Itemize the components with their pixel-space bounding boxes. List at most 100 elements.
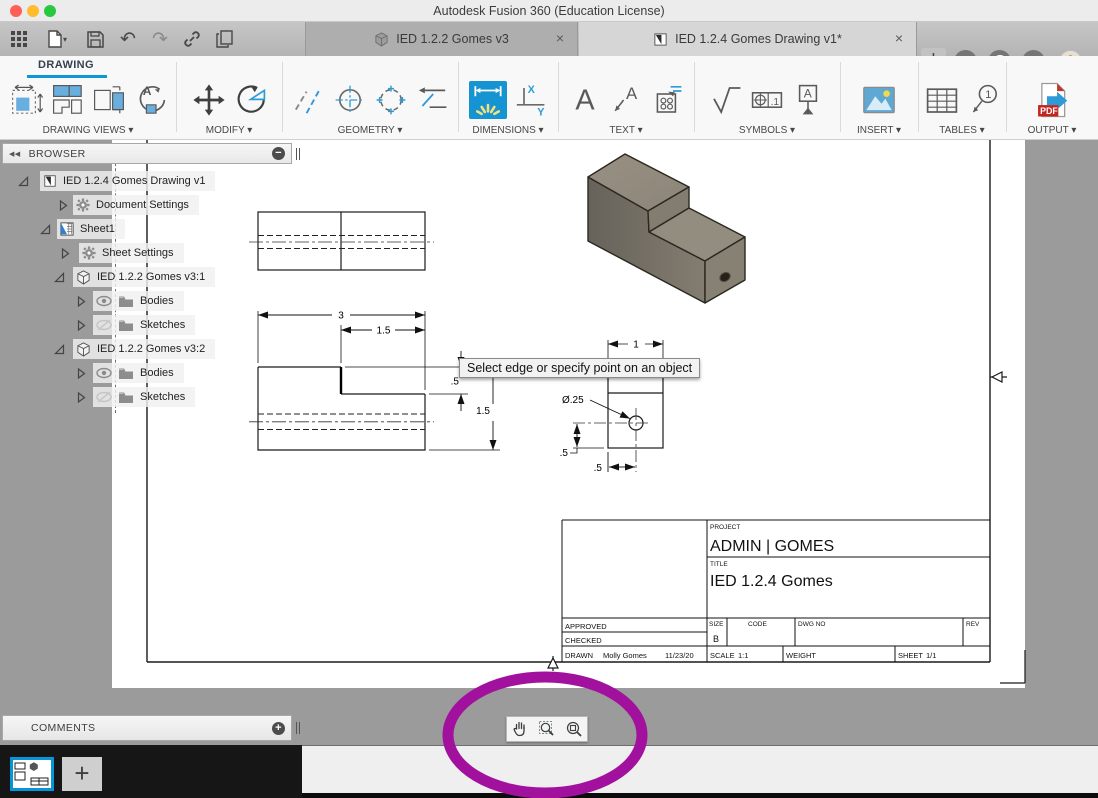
chevron-down-icon[interactable]: ▾ bbox=[539, 125, 544, 136]
base-view-icon[interactable] bbox=[9, 82, 45, 118]
chevron-down-icon[interactable]: ▾ bbox=[790, 125, 795, 136]
collapsed-icon[interactable] bbox=[58, 199, 69, 211]
chevron-down-icon[interactable]: ▾ bbox=[247, 125, 252, 136]
group-label[interactable]: TEXT bbox=[609, 125, 634, 136]
paper[interactable] bbox=[112, 140, 1025, 688]
eye-hidden-icon[interactable] bbox=[96, 391, 112, 403]
redo-icon[interactable]: ↷ bbox=[147, 26, 173, 52]
chevron-down-icon[interactable]: ▾ bbox=[638, 125, 643, 136]
tab-close-icon[interactable]: × bbox=[552, 30, 568, 46]
title-value[interactable]: IED 1.2.4 Gomes bbox=[710, 573, 833, 590]
app-grid-icon[interactable] bbox=[6, 26, 32, 52]
collapsed-icon[interactable] bbox=[76, 295, 87, 307]
size-value[interactable]: B bbox=[713, 634, 719, 644]
tree-row-sheet-settings[interactable]: Sheet Settings bbox=[60, 242, 184, 264]
group-label[interactable]: DIMENSIONS bbox=[472, 125, 535, 136]
output-pdf-icon[interactable]: PDF bbox=[1033, 81, 1071, 119]
group-label[interactable]: TABLES bbox=[939, 125, 977, 136]
datum-identifier-icon[interactable]: A bbox=[790, 82, 826, 118]
group-label[interactable]: GEOMETRY bbox=[338, 125, 395, 136]
expanded-icon[interactable] bbox=[54, 343, 65, 355]
sheet-value[interactable]: 1/1 bbox=[926, 651, 936, 660]
chevron-down-icon[interactable]: ▾ bbox=[896, 125, 901, 136]
projected-view-icon[interactable] bbox=[50, 82, 86, 118]
tree-label[interactable]: IED 1.2.2 Gomes v3:2 bbox=[97, 343, 205, 355]
save-icon[interactable] bbox=[82, 26, 108, 52]
drawing-canvas[interactable]: 3 1.5 .5 1.5 1 Ø.25 .5 .5 PROJECT ADMIN … bbox=[0, 140, 1098, 745]
eye-visible-icon[interactable] bbox=[96, 367, 112, 379]
tree-label[interactable]: Sketches bbox=[140, 391, 185, 403]
chevron-down-icon[interactable]: ▾ bbox=[397, 125, 402, 136]
tab-close-icon[interactable]: × bbox=[891, 30, 907, 46]
project-value[interactable]: ADMIN | GOMES bbox=[710, 538, 834, 555]
dim-step-depth[interactable]: .5 bbox=[451, 377, 460, 388]
dim-overall-height[interactable]: 1.5 bbox=[476, 406, 490, 417]
tree-label[interactable]: IED 1.2.4 Gomes Drawing v1 bbox=[63, 175, 205, 187]
leader-text-icon[interactable]: A bbox=[608, 82, 644, 118]
group-label[interactable]: SYMBOLS bbox=[739, 125, 787, 136]
sheet-thumbnail[interactable] bbox=[10, 757, 54, 791]
surface-finish-icon[interactable] bbox=[708, 82, 744, 118]
detail-view-icon[interactable]: A bbox=[132, 82, 168, 118]
dim-hole-h[interactable]: .5 bbox=[594, 463, 603, 474]
text-icon[interactable]: A bbox=[567, 82, 603, 118]
add-sheet-button[interactable]: + bbox=[62, 757, 102, 791]
eye-visible-icon[interactable] bbox=[96, 295, 112, 307]
expanded-icon[interactable] bbox=[54, 271, 65, 283]
tree-row-sketches[interactable]: Sketches bbox=[76, 314, 196, 336]
dim-hole-dia[interactable]: Ø.25 bbox=[562, 395, 584, 406]
expanded-icon[interactable] bbox=[18, 175, 29, 187]
eye-hidden-icon[interactable] bbox=[96, 319, 112, 331]
chevron-down-icon[interactable]: ▾ bbox=[1071, 125, 1076, 136]
collapsed-icon[interactable] bbox=[76, 319, 87, 331]
chevron-down-icon[interactable]: ▾ bbox=[980, 125, 985, 136]
tab-ied-122-gomes-v3[interactable]: IED 1.2.2 Gomes v3 × bbox=[305, 22, 578, 56]
sheet-svg[interactable]: 3 1.5 .5 1.5 1 Ø.25 .5 .5 PROJECT ADMIN … bbox=[0, 140, 1098, 745]
browser-panel-header[interactable]: ◀◀ BROWSER − bbox=[2, 143, 292, 164]
dim-side-width[interactable]: 1 bbox=[633, 340, 639, 351]
tree-row-document-settings[interactable]: Document Settings bbox=[58, 194, 199, 216]
ordinate-dimension-icon[interactable]: XY bbox=[512, 82, 548, 118]
dim-step-width[interactable]: 1.5 bbox=[377, 326, 391, 337]
browser-panel-handle[interactable] bbox=[296, 148, 300, 160]
dimension-icon-active[interactable] bbox=[468, 81, 507, 119]
collapsed-icon[interactable] bbox=[60, 247, 71, 259]
move-icon[interactable] bbox=[191, 82, 227, 118]
rotate-icon[interactable] bbox=[232, 82, 268, 118]
tree-row-component-v31[interactable]: IED 1.2.2 Gomes v3:1 bbox=[54, 266, 216, 288]
tree-label[interactable]: Sketches bbox=[140, 319, 185, 331]
collapsed-icon[interactable] bbox=[76, 391, 87, 403]
tree-row-root[interactable]: IED 1.2.4 Gomes Drawing v1 bbox=[18, 170, 216, 192]
collapsed-icon[interactable] bbox=[76, 367, 87, 379]
table-icon[interactable] bbox=[924, 82, 960, 118]
add-comment-icon[interactable]: + bbox=[272, 721, 285, 735]
edge-extension-icon[interactable] bbox=[414, 82, 450, 118]
comments-panel-header[interactable]: COMMENTS + bbox=[2, 715, 292, 741]
ribbon-tab-drawing[interactable]: DRAWING bbox=[24, 59, 108, 71]
tab-ied-124-gomes-drawing-v1[interactable]: IED 1.2.4 Gomes Drawing v1* × bbox=[579, 22, 917, 56]
file-menu-icon[interactable]: ▾ bbox=[40, 26, 74, 52]
tree-label[interactable]: Bodies bbox=[140, 295, 174, 307]
dim-hole-v[interactable]: .5 bbox=[560, 448, 569, 459]
undo-icon[interactable]: ↶ bbox=[115, 26, 141, 52]
share-link-icon[interactable] bbox=[179, 26, 205, 52]
section-view-icon[interactable] bbox=[91, 82, 127, 118]
collapse-all-icon[interactable]: − bbox=[272, 147, 285, 160]
comments-panel-handle[interactable] bbox=[296, 722, 300, 734]
group-label[interactable]: DRAWING VIEWS bbox=[43, 125, 126, 136]
group-label[interactable]: INSERT bbox=[857, 125, 893, 136]
insert-image-icon[interactable] bbox=[860, 81, 898, 119]
drawn-date[interactable]: 11/23/20 bbox=[665, 651, 694, 660]
tree-label[interactable]: IED 1.2.2 Gomes v3:1 bbox=[97, 271, 205, 283]
tree-row-bodies[interactable]: Bodies bbox=[76, 362, 184, 384]
pan-hand-icon[interactable] bbox=[511, 720, 529, 738]
balloon-icon[interactable]: 1 bbox=[965, 82, 1001, 118]
group-label[interactable]: OUTPUT bbox=[1028, 125, 1069, 136]
expanded-icon[interactable] bbox=[40, 223, 51, 235]
tree-label[interactable]: Sheet1 bbox=[80, 223, 115, 235]
tree-label[interactable]: Sheet Settings bbox=[102, 247, 174, 259]
tree-row-bodies[interactable]: Bodies bbox=[76, 290, 184, 312]
drawn-by[interactable]: Molly Gomes bbox=[603, 651, 647, 660]
tree-label[interactable]: Document Settings bbox=[96, 199, 189, 211]
note-icon[interactable] bbox=[649, 82, 685, 118]
